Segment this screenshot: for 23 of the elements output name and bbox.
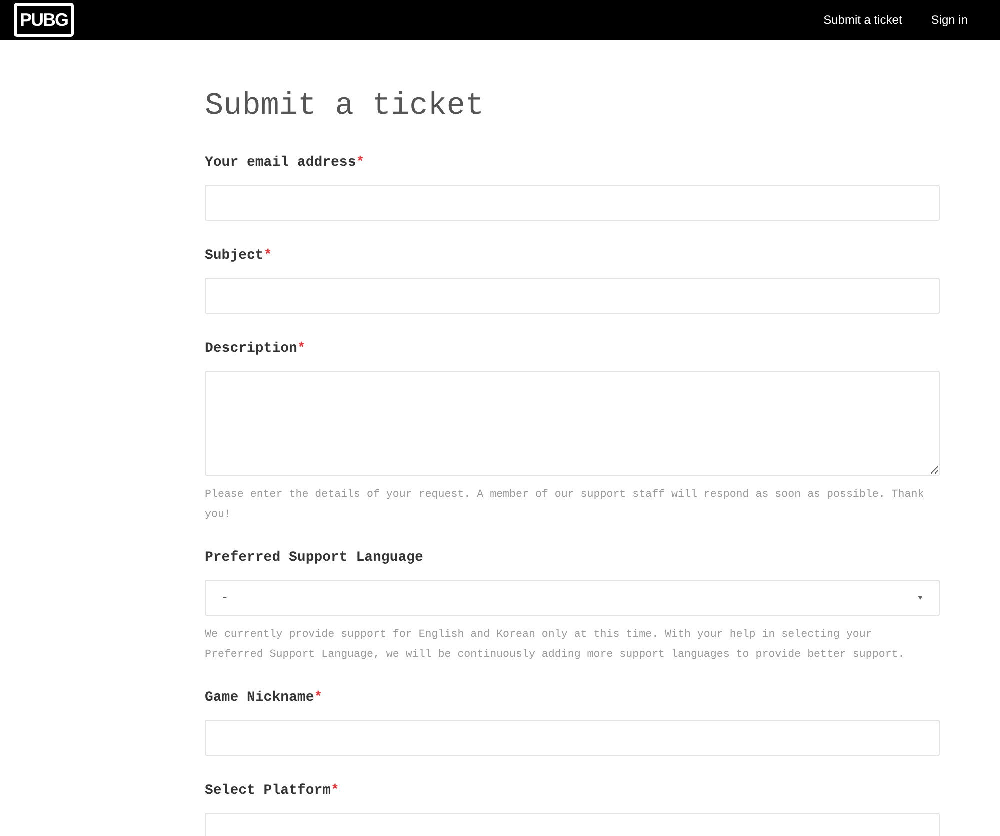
required-asterisk: * bbox=[264, 248, 272, 264]
field-label: Preferred Support Language bbox=[205, 550, 424, 566]
caret-down-icon bbox=[918, 596, 923, 600]
text-input-field[interactable] bbox=[205, 278, 940, 314]
required-asterisk: * bbox=[331, 783, 340, 799]
nav-link[interactable]: Sign in bbox=[931, 11, 968, 29]
field-label: Description bbox=[205, 341, 298, 357]
field-hint: We currently provide support for English and Korean only at this time. With your help in selecting your Preferred Support Language, we will be continuously adding more support languages to provide better support. bbox=[205, 628, 906, 663]
field-label: Your email address bbox=[205, 155, 356, 171]
field-label: Select Platform bbox=[205, 783, 332, 799]
nav-link[interactable]: Submit a ticket bbox=[824, 11, 902, 29]
text-input-field[interactable] bbox=[205, 185, 940, 221]
page-title: Submit a ticket bbox=[205, 88, 486, 126]
field-label: Subject bbox=[205, 248, 264, 264]
logo[interactable]: PUBG bbox=[14, 3, 74, 37]
field-label: Game Nickname bbox=[205, 690, 314, 706]
required-asterisk: * bbox=[356, 155, 365, 171]
language-select[interactable]: - bbox=[205, 580, 940, 616]
required-asterisk: * bbox=[314, 690, 323, 706]
field-hint: Please enter the details of your request. A member of our support staff will respond as soon as possible. Thank you! bbox=[205, 488, 926, 523]
text-input-field[interactable] bbox=[205, 720, 940, 756]
required-asterisk: * bbox=[297, 341, 306, 357]
description-textarea[interactable] bbox=[205, 371, 940, 476]
